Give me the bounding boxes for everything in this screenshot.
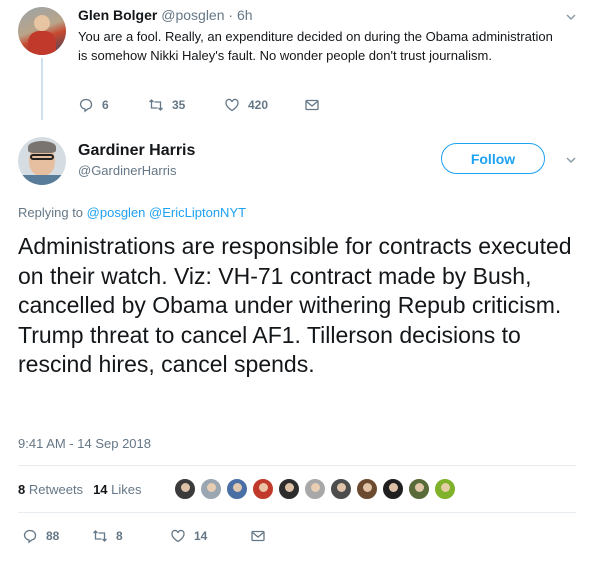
liker-avatar[interactable] — [174, 478, 196, 500]
liker-avatar[interactable] — [382, 478, 404, 500]
reply-author-handle[interactable]: @posglen — [161, 7, 224, 23]
reply-button[interactable]: 6 — [78, 97, 148, 113]
envelope-icon — [305, 99, 319, 111]
avatar-shirt — [22, 175, 62, 185]
liker-avatar[interactable] — [330, 478, 352, 500]
like-count: 420 — [248, 98, 269, 112]
reply-count: 6 — [102, 98, 109, 112]
reply-icon — [23, 529, 37, 544]
glen-bolger-avatar[interactable] — [18, 7, 66, 55]
gardiner-harris-avatar[interactable] — [18, 137, 66, 185]
avatar-face — [34, 15, 50, 31]
retweets-stat[interactable]: 8 Retweets — [18, 482, 83, 497]
reply-count: 88 — [46, 529, 60, 543]
liker-avatar-face — [441, 483, 450, 492]
thread-connector-line — [41, 58, 43, 120]
reply-separator: · — [228, 7, 234, 23]
direct-message-button[interactable] — [250, 528, 266, 544]
replying-to-prefix: Replying to — [18, 205, 84, 220]
chevron-down-icon[interactable] — [566, 12, 576, 22]
retweet-count: 8 — [116, 529, 123, 543]
replying-to-line: Replying to @posglen @EricLiptonNYT — [18, 205, 246, 220]
liker-avatar-face — [207, 483, 216, 492]
mention-link[interactable]: @posglen — [87, 205, 146, 220]
author-name[interactable]: Gardiner Harris — [78, 142, 195, 160]
mention-link[interactable]: @EricLiptonNYT — [149, 205, 246, 220]
reply-button[interactable]: 88 — [22, 528, 92, 544]
liker-avatar-face — [337, 483, 346, 492]
tweet-text: Administrations are responsible for cont… — [18, 233, 572, 377]
heart-icon — [171, 529, 185, 543]
avatar-hair — [28, 141, 56, 153]
author-handle[interactable]: @GardinerHarris — [78, 163, 176, 178]
retweet-icon — [93, 530, 107, 542]
likes-stat-label: Likes — [111, 482, 142, 497]
liker-avatar-face — [415, 483, 424, 492]
liker-avatar-face — [181, 483, 190, 492]
divider — [18, 512, 576, 513]
divider — [18, 465, 576, 466]
liker-avatar-face — [363, 483, 372, 492]
tweet-timestamp[interactable]: 9:41 AM - 14 Sep 2018 — [18, 436, 151, 451]
liker-avatar[interactable] — [252, 478, 274, 500]
reply-author-name[interactable]: Glen Bolger — [78, 7, 157, 23]
retweet-button[interactable]: 8 — [92, 528, 170, 544]
retweets-stat-count: 8 — [18, 482, 26, 497]
liker-avatar-face — [389, 483, 398, 492]
liker-avatar-face — [285, 483, 294, 492]
retweets-stat-label: Retweets — [28, 482, 84, 497]
liker-avatar[interactable] — [278, 478, 300, 500]
avatar-body — [28, 31, 56, 55]
envelope-icon — [251, 530, 265, 542]
liker-avatar[interactable] — [356, 478, 378, 500]
liker-avatar[interactable] — [304, 478, 326, 500]
avatar-glasses — [30, 154, 54, 160]
retweet-button[interactable]: 35 — [148, 97, 224, 113]
like-count: 14 — [194, 529, 208, 543]
direct-message-button[interactable] — [304, 97, 320, 113]
liker-avatar-face — [311, 483, 320, 492]
heart-icon — [225, 98, 239, 112]
likes-stat-count: 14 — [93, 482, 108, 497]
like-button[interactable]: 420 — [224, 97, 304, 113]
liker-avatar[interactable] — [200, 478, 222, 500]
main-tweet-actions: 88 8 14 — [22, 528, 266, 544]
liker-avatar[interactable] — [226, 478, 248, 500]
reply-tweet-actions: 6 35 420 — [78, 97, 320, 113]
reply-tweet-header: Glen Bolger @posglen · 6h — [78, 7, 253, 23]
likes-stat[interactable]: 14 Likes — [93, 482, 141, 497]
retweet-count: 35 — [172, 98, 186, 112]
follow-button[interactable]: Follow — [441, 143, 545, 174]
liker-avatar[interactable] — [434, 478, 456, 500]
engagement-stats: 8 Retweets 14 Likes — [18, 482, 152, 497]
reply-tweet-text: You are a fool. Really, an expenditure d… — [78, 29, 553, 63]
liker-avatar-face — [259, 483, 268, 492]
like-button[interactable]: 14 — [170, 528, 250, 544]
liker-avatars — [174, 478, 460, 500]
liker-avatar-face — [233, 483, 242, 492]
liker-avatar[interactable] — [408, 478, 430, 500]
chevron-down-icon[interactable] — [566, 155, 576, 165]
retweet-icon — [149, 99, 163, 111]
reply-icon — [79, 98, 93, 113]
reply-time[interactable]: 6h — [237, 7, 253, 23]
